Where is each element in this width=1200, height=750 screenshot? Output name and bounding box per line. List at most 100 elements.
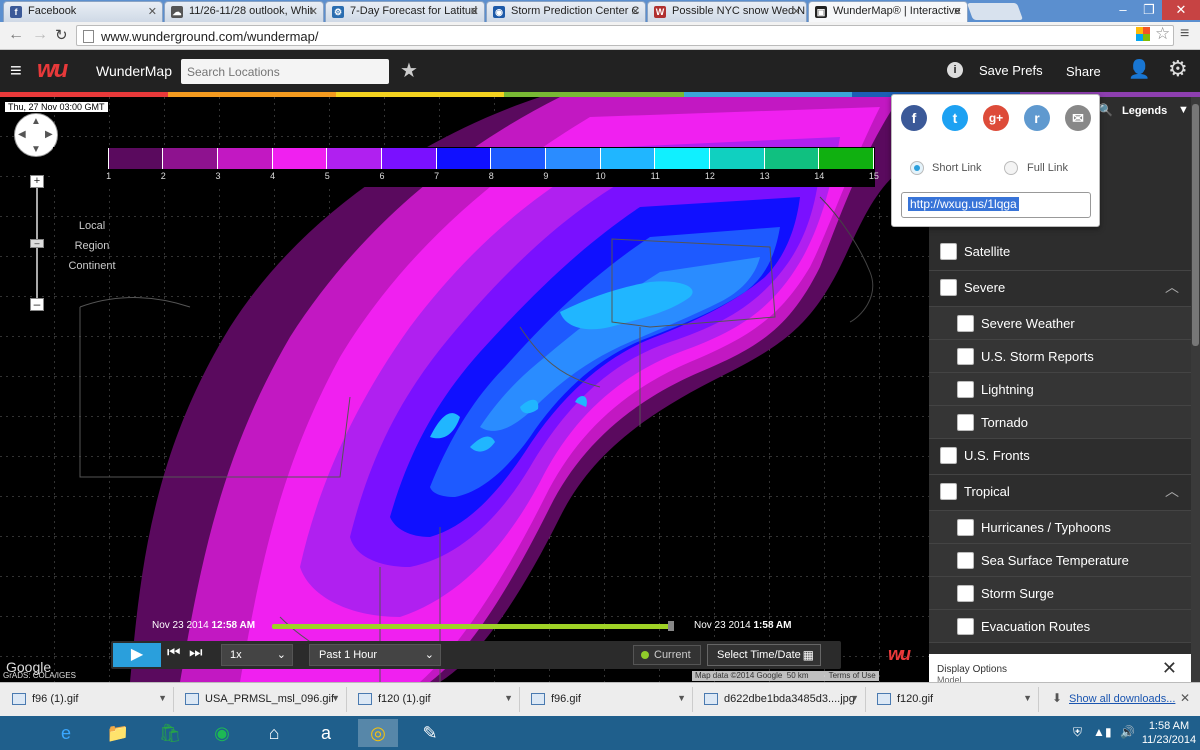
timeline-progress-bar[interactable] [272,624,672,629]
layer-storm-surge[interactable]: Storm Surge [929,577,1191,610]
download-item[interactable]: f96.gif ▼ [521,687,693,712]
layer-severe[interactable]: Severe ︿ [929,271,1191,307]
layer-satellite[interactable]: Satellite [929,235,1191,271]
browser-tab[interactable]: ◉ Storm Prediction Center C ✕ [486,1,646,22]
close-tab-icon[interactable]: ✕ [470,5,479,18]
app-taskbar-icon[interactable]: ✎ [410,719,450,747]
layer-checkbox[interactable] [957,585,974,602]
chevron-up-icon[interactable]: ︿ [1165,277,1179,297]
speed-select[interactable]: 1x ⌄ [221,644,293,666]
maximize-icon[interactable]: ❐ [1136,0,1162,20]
zoom-label-local[interactable]: Local [66,220,118,232]
gear-icon[interactable]: ⚙ [1168,56,1188,82]
chevron-up-icon[interactable]: ︿ [1165,481,1179,501]
security-icon[interactable]: ⛨ [1073,725,1082,740]
store-taskbar-icon[interactable]: 🛍 [150,719,190,747]
pan-left-icon[interactable]: ◀ [18,129,26,140]
close-tab-icon[interactable]: ✕ [953,5,962,18]
zoom-label-region[interactable]: Region [66,240,118,252]
volume-icon[interactable]: 🔊 [1120,725,1135,739]
zoom-handle[interactable]: – [30,239,44,248]
clock-time[interactable]: 1:58 AM [1146,720,1192,732]
current-button[interactable]: Current [633,645,701,665]
zoom-slider[interactable]: + – – [29,175,45,315]
forward-icon[interactable]: → [32,26,48,44]
select-time-date-button[interactable]: Select Time/Date ▦ [707,644,821,666]
chevron-down-icon[interactable]: ▼ [1023,693,1032,703]
layer-checkbox[interactable] [957,552,974,569]
layer-checkbox[interactable] [957,381,974,398]
chevron-down-icon[interactable]: ▼ [677,693,686,703]
hamburger-menu-icon[interactable]: ≡ [10,60,22,83]
wu-logo[interactable]: wu [37,56,68,84]
chrome-taskbar-icon[interactable]: ◎ [358,719,398,747]
layer-hurricanes-typhoons[interactable]: Hurricanes / Typhoons [929,511,1191,544]
chevron-down-icon[interactable]: ▼ [158,693,167,703]
close-tab-icon[interactable]: ✕ [309,5,318,18]
pan-down-icon[interactable]: ▼ [31,144,41,155]
info-icon[interactable]: i [947,62,963,78]
layer-u-s-storm-reports[interactable]: U.S. Storm Reports [929,340,1191,373]
url-field[interactable]: www.wunderground.com/wundermap/ [76,25,1174,46]
download-item[interactable]: f120 (1).gif ▼ [348,687,520,712]
layer-u-s-fronts[interactable]: U.S. Fronts [929,439,1191,475]
ie-taskbar-icon[interactable]: e [46,719,86,747]
close-tab-icon[interactable]: ✕ [792,5,801,18]
download-item[interactable]: d622dbe1bda3485d3....jpg ▼ [694,687,866,712]
close-tab-icon[interactable]: ✕ [148,5,157,18]
facebook-share-icon[interactable]: f [901,105,927,131]
chevron-down-icon[interactable]: ▼ [331,693,340,703]
close-window-icon[interactable]: ✕ [1162,0,1200,20]
layer-checkbox[interactable] [940,279,957,296]
download-item[interactable]: f120.gif ▼ [867,687,1039,712]
short-link-radio[interactable] [910,161,924,175]
panel-scrollbar-thumb[interactable] [1192,104,1199,346]
zoom-out-icon[interactable]: – [30,298,44,311]
chevron-down-icon[interactable]: ▼ [504,693,513,703]
extension-icon[interactable] [1136,27,1150,41]
zoom-in-icon[interactable]: + [30,175,44,188]
spotify-taskbar-icon[interactable]: ◉ [202,719,242,747]
twitter-share-icon[interactable]: t [942,105,968,131]
back-icon[interactable]: ← [8,26,24,44]
tray-arrow-icon[interactable]: ▲ [1093,725,1105,739]
save-prefs-button[interactable]: Save Prefs [979,63,1043,78]
layer-checkbox[interactable] [957,414,974,431]
layer-lightning[interactable]: Lightning [929,373,1191,406]
favorite-star-icon[interactable]: ★ [400,58,418,83]
browser-tab[interactable]: ⚙ 7-Day Forecast for Latitud ✕ [325,1,485,22]
show-all-downloads-link[interactable]: Show all downloads... [1069,693,1175,705]
pan-right-icon[interactable]: ▶ [45,129,53,140]
layer-checkbox[interactable] [957,315,974,332]
layer-checkbox[interactable] [940,447,957,464]
chevron-down-icon[interactable]: ▼ [850,693,859,703]
share-link-field[interactable]: http://wxug.us/1lqga [901,192,1091,218]
layer-checkbox[interactable] [957,618,974,635]
full-link-radio[interactable] [1004,161,1018,175]
step-forward-icon[interactable]: ⏭ [189,644,203,661]
layer-tornado[interactable]: Tornado [929,406,1191,439]
close-tab-icon[interactable]: ✕ [631,5,640,18]
download-item[interactable]: USA_PRMSL_msl_096.gif ▼ [175,687,347,712]
layer-evacuation-routes[interactable]: Evacuation Routes [929,610,1191,643]
browser-tab[interactable]: W Possible NYC snow Wed N ✕ [647,1,807,22]
timeline-handle[interactable] [668,621,674,631]
bookmark-star-icon[interactable]: ☆ [1155,24,1170,44]
layer-tropical[interactable]: Tropical ︿ [929,475,1191,511]
layer-sea-surface-temperature[interactable]: Sea Surface Temperature [929,544,1191,577]
display-options-bar[interactable]: Display Options Model ✕ [929,654,1191,682]
browser-tab[interactable]: ▣ WunderMap® | Interactive ✕ [808,1,968,23]
new-tab-button[interactable] [966,3,1024,20]
reload-icon[interactable]: ↻ [55,26,68,44]
share-button[interactable]: Share [1066,64,1101,79]
step-back-icon[interactable]: ⏮ [167,644,181,661]
clock-date[interactable]: 11/23/2014 [1138,734,1200,746]
layer-checkbox[interactable] [940,483,957,500]
network-icon[interactable]: ▮ [1105,725,1112,739]
google-plus-share-icon[interactable]: g+ [983,105,1009,131]
pan-control[interactable]: ▲ ▼ ◀ ▶ [14,113,58,157]
zoom-label-continent[interactable]: Continent [66,260,118,272]
layer-checkbox[interactable] [957,348,974,365]
time-range-select[interactable]: Past 1 Hour ⌄ [309,644,441,666]
close-downloads-icon[interactable]: ✕ [1180,691,1190,705]
